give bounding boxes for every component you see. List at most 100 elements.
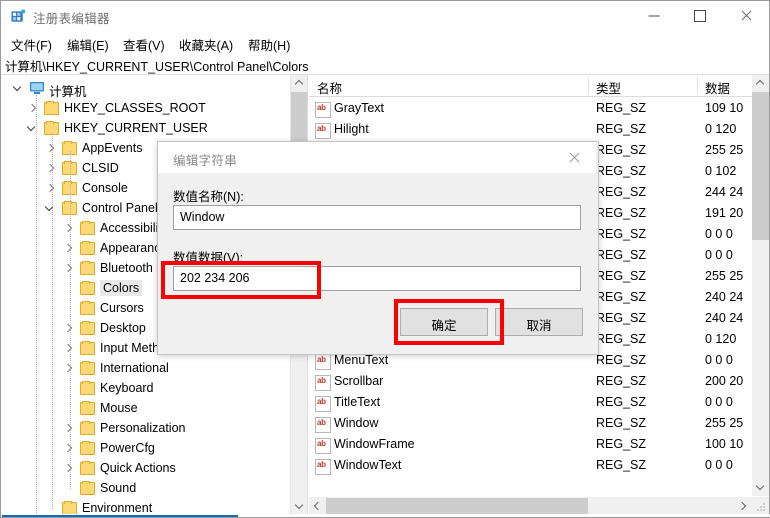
address-bar[interactable]: 计算机\HKEY_CURRENT_USER\Control Panel\Colo… xyxy=(1,53,769,75)
minimize-button[interactable] xyxy=(631,1,677,31)
tree-item-international[interactable]: International xyxy=(2,359,290,379)
chevron-down-icon xyxy=(295,501,303,509)
tree-item-sound[interactable]: Sound xyxy=(2,479,290,499)
list-scrollbar-thumb[interactable] xyxy=(752,92,769,240)
value-type-cell: REG_SZ xyxy=(596,311,646,325)
value-type-cell: REG_SZ xyxy=(596,101,646,115)
tree-guide-line xyxy=(70,151,71,489)
string-value-icon: ab xyxy=(315,396,331,412)
tree-item-label: Bluetooth xyxy=(100,261,153,275)
column-separator[interactable] xyxy=(588,77,589,94)
folder-icon xyxy=(44,102,59,115)
computer-icon xyxy=(29,81,45,95)
column-header-2[interactable]: 类型 xyxy=(596,78,621,97)
chevron-right-icon[interactable] xyxy=(44,163,56,175)
tree-item-label: 计算机 xyxy=(49,81,87,100)
tree-item--[interactable]: 计算机 xyxy=(2,79,290,99)
value-data-cell: 0 0 0 xyxy=(705,227,733,241)
chevron-right-icon[interactable] xyxy=(62,443,74,455)
menu-item-2[interactable]: 编辑(E) xyxy=(63,34,113,55)
value-type-cell: REG_SZ xyxy=(596,269,646,283)
tree-scrollbar-thumb[interactable] xyxy=(291,92,308,144)
tree-item-label: Mouse xyxy=(100,401,138,415)
list-scroll-left-button[interactable] xyxy=(309,497,326,515)
value-data-cell: 255 25 xyxy=(705,143,743,157)
list-scroll-right-button[interactable] xyxy=(734,497,751,515)
value-name-cell: TitleText xyxy=(334,395,380,409)
list-scroll-up-button[interactable] xyxy=(752,75,769,92)
value-data-cell: 244 24 xyxy=(705,185,743,199)
table-row[interactable]: abHilightREG_SZ0 120 xyxy=(309,120,751,141)
list-hscrollbar-thumb[interactable] xyxy=(326,498,588,514)
chevron-right-icon[interactable] xyxy=(44,183,56,195)
value-type-cell: REG_SZ xyxy=(596,122,646,136)
tree-item-environment[interactable]: Environment xyxy=(2,499,290,515)
table-row[interactable]: abWindowTextREG_SZ0 0 0 xyxy=(309,456,751,477)
tree-item-powercfg[interactable]: PowerCfg xyxy=(2,439,290,459)
tree-item-label: Keyboard xyxy=(100,381,154,395)
ok-button-highlight xyxy=(394,299,504,345)
tree-item-personalization[interactable]: Personalization xyxy=(2,419,290,439)
folder-icon xyxy=(80,282,95,295)
folder-icon xyxy=(80,262,95,275)
table-row[interactable]: abScrollbarREG_SZ200 20 xyxy=(309,372,751,393)
list-scroll-down-button[interactable] xyxy=(752,479,769,496)
tree-item-label: Cursors xyxy=(100,301,144,315)
table-row[interactable]: abTitleText REG_SZ 0 0 0 xyxy=(309,393,751,414)
column-separator[interactable] xyxy=(697,77,698,94)
list-horizontal-scrollbar[interactable] xyxy=(309,497,769,515)
tree-item-mouse[interactable]: Mouse xyxy=(2,399,290,419)
chevron-right-icon[interactable] xyxy=(44,143,56,155)
value-type-cell: REG_SZ xyxy=(596,290,646,304)
folder-icon xyxy=(80,382,95,395)
tree-item-label: International xyxy=(100,361,169,375)
folder-icon xyxy=(80,242,95,255)
menu-item-5[interactable]: 帮助(H) xyxy=(244,34,294,55)
chevron-right-icon[interactable] xyxy=(62,343,74,355)
value-type-cell: REG_SZ xyxy=(596,143,646,157)
value-data-cell: 0 0 0 xyxy=(705,395,733,409)
value-data-cell: 0 102 xyxy=(705,164,736,178)
maximize-button[interactable] xyxy=(677,1,723,31)
tree-item-hkey-classes-root[interactable]: HKEY_CLASSES_ROOT xyxy=(2,99,290,119)
menu-item-4[interactable]: 收藏夹(A) xyxy=(175,34,237,55)
expander-glyph xyxy=(27,123,35,131)
chevron-right-icon[interactable] xyxy=(62,363,74,375)
chevron-down-icon[interactable] xyxy=(12,83,24,95)
menu-item-3[interactable]: 查看(V) xyxy=(119,34,169,55)
tree-scroll-down-button[interactable] xyxy=(291,498,308,515)
tree-item-label: Environment xyxy=(82,501,152,515)
chevron-right-icon[interactable] xyxy=(62,263,74,275)
chevron-right-icon[interactable] xyxy=(62,243,74,255)
accent-edge xyxy=(2,515,238,517)
value-data-cell: 0 0 0 xyxy=(705,458,733,472)
dialog-close-button[interactable] xyxy=(552,142,596,173)
chevron-right-icon[interactable] xyxy=(62,223,74,235)
table-row[interactable]: abGrayTextREG_SZ109 10 xyxy=(309,99,751,120)
list-vertical-scrollbar[interactable] xyxy=(752,75,769,496)
tree-scroll-up-button[interactable] xyxy=(291,75,308,92)
expander-glyph xyxy=(13,83,21,91)
folder-icon xyxy=(80,422,95,435)
column-header-3[interactable]: 数据 xyxy=(705,78,730,97)
close-button[interactable] xyxy=(723,1,769,31)
string-value-icon: ab xyxy=(315,417,331,433)
chevron-right-icon[interactable] xyxy=(62,323,74,335)
chevron-right-icon[interactable] xyxy=(62,423,74,435)
value-type-cell: REG_SZ xyxy=(596,395,646,409)
value-type-cell: REG_SZ xyxy=(596,164,646,178)
cancel-button[interactable]: 取消 xyxy=(495,308,583,336)
chevron-right-icon[interactable] xyxy=(62,463,74,475)
tree-item-quick-actions[interactable]: Quick Actions xyxy=(2,459,290,479)
value-name-cell: Hilight xyxy=(334,122,369,136)
table-row[interactable]: abWindowREG_SZ255 25 xyxy=(309,414,751,435)
chevron-down-icon[interactable] xyxy=(44,203,56,215)
tree-item-keyboard[interactable]: Keyboard xyxy=(2,379,290,399)
menu-item-1[interactable]: 文件(F) xyxy=(7,34,56,55)
resize-grip-icon[interactable] xyxy=(755,501,767,513)
tree-item-hkey-current-user[interactable]: HKEY_CURRENT_USER xyxy=(2,119,290,139)
value-name-input[interactable]: Window xyxy=(173,205,581,230)
column-header-1[interactable]: 名称 xyxy=(317,78,342,97)
table-row[interactable]: abWindowFrameREG_SZ100 10 xyxy=(309,435,751,456)
registry-editor-window: 注册表编辑器 文件(F)编辑(E)查看(V)收藏夹(A)帮助(H) 计算机\HK… xyxy=(0,0,770,518)
